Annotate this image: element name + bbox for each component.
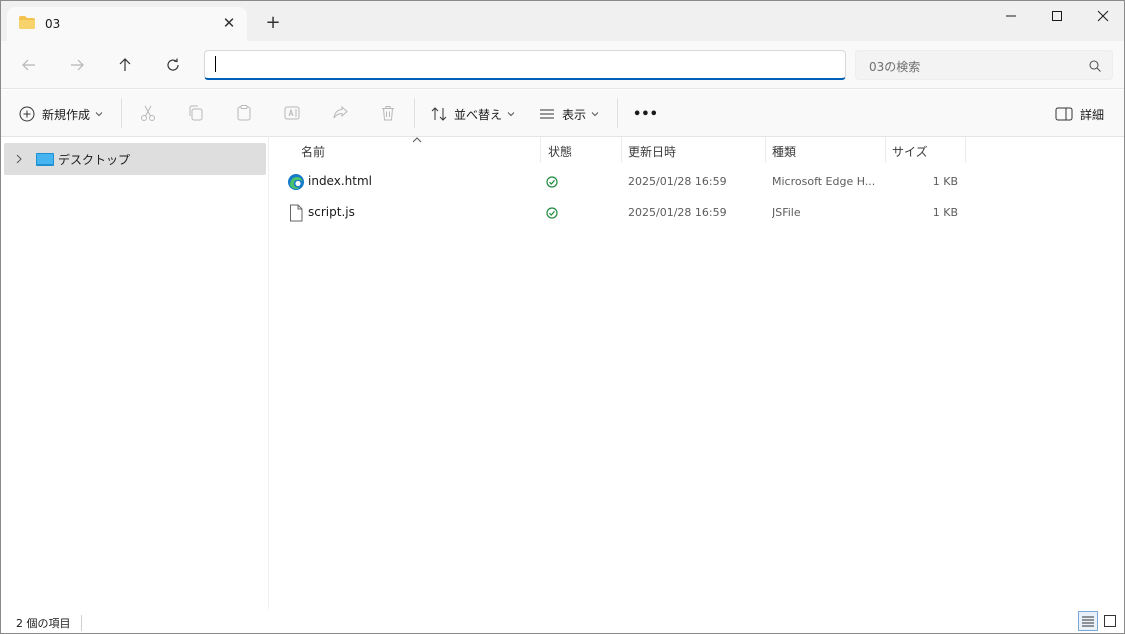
file-size: 1 KB	[932, 206, 958, 219]
folder-icon	[19, 16, 35, 29]
new-tab-button[interactable]: +	[263, 13, 283, 33]
close-icon	[1097, 10, 1109, 22]
details-view-button[interactable]	[1078, 611, 1098, 631]
search-icon	[1089, 60, 1101, 72]
maximize-button[interactable]	[1034, 1, 1080, 31]
share-icon	[333, 105, 348, 119]
sidebar-item-desktop[interactable]: デスクトップ	[4, 143, 266, 175]
arrow-up-icon	[119, 58, 131, 71]
list-lines-icon	[540, 109, 554, 119]
share-button[interactable]	[330, 103, 350, 123]
large-icons-view-button[interactable]	[1100, 611, 1120, 631]
address-input[interactable]	[204, 50, 846, 80]
scissors-icon	[141, 105, 155, 121]
edge-icon	[288, 174, 304, 190]
cut-button[interactable]	[138, 103, 158, 123]
view-label: 表示	[562, 107, 587, 122]
text-caret	[215, 56, 216, 72]
title-bar: 03 ✕ +	[1, 1, 1124, 41]
trash-icon	[382, 106, 394, 121]
table-row[interactable]: script.js 2025/01/28 16:59 JSFile 1 KB	[269, 198, 1124, 228]
rename-button[interactable]	[282, 103, 302, 123]
paste-button[interactable]	[234, 103, 254, 123]
synced-check-icon	[546, 176, 558, 188]
delete-button[interactable]	[378, 103, 398, 123]
chevron-down-icon	[507, 112, 515, 117]
refresh-icon	[167, 58, 179, 71]
file-size: 1 KB	[932, 175, 958, 188]
desktop-icon	[36, 153, 54, 166]
file-explorer-window: 03 ✕ + 03の検索 新規作成 並べ替え 表示 ••• 詳細 デスクトップ …	[0, 0, 1125, 634]
chevron-right-icon[interactable]	[14, 153, 24, 165]
search-input[interactable]: 03の検索	[855, 50, 1113, 80]
document-icon	[290, 204, 303, 222]
back-button[interactable]	[17, 53, 41, 77]
details-pane-button[interactable]: 詳細	[1055, 102, 1104, 126]
arrow-left-icon	[22, 59, 35, 71]
sort-label: 並べ替え	[454, 107, 503, 122]
column-name-label: 名前	[301, 145, 326, 159]
table-row[interactable]: index.html 2025/01/28 16:59 Microsoft Ed…	[269, 167, 1124, 197]
copy-button[interactable]	[186, 103, 206, 123]
column-header-status[interactable]: 状態	[542, 137, 622, 163]
details-label: 詳細	[1080, 107, 1105, 122]
address-bar: 03の検索	[1, 41, 1124, 89]
new-label: 新規作成	[42, 107, 91, 122]
status-bar: 2 個の項目	[1, 609, 1124, 633]
tab-03[interactable]: 03 ✕	[7, 7, 247, 41]
sidebar-item-label: デスクトップ	[58, 153, 131, 167]
divider	[121, 98, 122, 128]
search-placeholder: 03の検索	[869, 60, 921, 74]
file-name: script.js	[308, 205, 355, 219]
refresh-button[interactable]	[161, 53, 185, 77]
more-options-button[interactable]: •••	[633, 102, 658, 126]
column-header-name[interactable]: 名前	[295, 137, 541, 163]
chevron-down-icon	[591, 112, 599, 117]
file-modified: 2025/01/28 16:59	[628, 175, 727, 188]
details-pane-icon	[1055, 107, 1073, 121]
tab-title: 03	[45, 17, 61, 31]
command-bar: 新規作成 並べ替え 表示 ••• 詳細	[1, 90, 1124, 137]
clipboard-icon	[237, 105, 251, 121]
arrow-right-icon	[71, 59, 84, 71]
divider	[414, 98, 415, 128]
minimize-button[interactable]	[988, 1, 1034, 31]
column-header-type[interactable]: 種類	[766, 137, 886, 163]
column-type-label: 種類	[772, 145, 797, 159]
details-view-icon	[1082, 616, 1094, 627]
column-size-label: サイズ	[892, 145, 928, 159]
rename-icon	[284, 106, 300, 120]
file-type: Microsoft Edge H...	[772, 175, 876, 188]
close-tab-icon[interactable]: ✕	[219, 13, 239, 33]
column-header-size[interactable]: サイズ	[886, 137, 966, 163]
navigation-pane: デスクトップ	[1, 137, 269, 609]
minimize-icon	[1006, 15, 1016, 17]
file-name: index.html	[308, 174, 372, 188]
divider	[81, 615, 82, 631]
large-icons-view-icon	[1104, 615, 1116, 627]
sort-arrows-icon	[431, 107, 447, 121]
plus-circle-icon	[19, 106, 35, 122]
chevron-down-icon	[95, 112, 103, 117]
column-header-modified[interactable]: 更新日時	[622, 137, 766, 163]
new-button[interactable]: 新規作成	[19, 102, 103, 126]
file-modified: 2025/01/28 16:59	[628, 206, 727, 219]
file-list: 名前 状態 更新日時 種類 サイズ index.html 2025/01/28 …	[269, 137, 1124, 609]
forward-button[interactable]	[65, 53, 89, 77]
copy-icon	[189, 105, 203, 121]
synced-check-icon	[546, 207, 558, 219]
sort-button[interactable]: 並べ替え	[431, 102, 515, 126]
column-modified-label: 更新日時	[628, 145, 677, 159]
view-button[interactable]: 表示	[539, 102, 599, 126]
close-window-button[interactable]	[1080, 1, 1124, 31]
divider	[617, 98, 618, 128]
item-count: 2 個の項目	[16, 617, 71, 630]
column-status-label: 状態	[548, 145, 573, 159]
file-type: JSFile	[772, 206, 801, 219]
maximize-icon	[1052, 11, 1062, 21]
up-button[interactable]	[113, 53, 137, 77]
